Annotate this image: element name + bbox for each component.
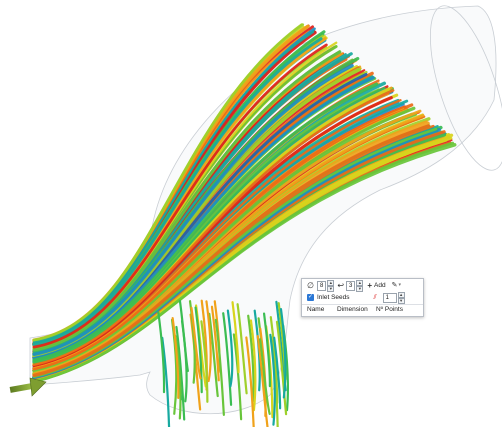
diameter-stepper[interactable]: 8 [316, 280, 327, 291]
column-name[interactable]: Name [307, 306, 324, 313]
inlet-seeds-label: Inlet Seeds [317, 294, 350, 301]
add-icon[interactable]: + [367, 281, 372, 290]
red-lines-icon: ⫽ [373, 294, 377, 301]
inlet-arrow [9, 377, 47, 397]
diameter-value[interactable]: 8 [320, 282, 323, 290]
add-button[interactable]: Add [374, 282, 386, 289]
table-header: Name Dimension Nº Points [302, 304, 423, 316]
count-value[interactable]: 1 [386, 294, 389, 302]
seed-panel: ∅ 8 ▲ ▼ ↩ 3 ▲ ▼ + Add ✎ ▾ ✓ Inlet Seeds ⫽ … [301, 278, 424, 317]
spacing-stepper[interactable]: 3 [346, 280, 356, 291]
inlet-seeds-checkbox[interactable]: ✓ [307, 294, 314, 301]
inlet-seeds-row: ✓ Inlet Seeds ⫽ 1 ▲ ▼ [302, 291, 423, 304]
pen-icon[interactable]: ✎ [392, 282, 398, 289]
column-dimension[interactable]: Dimension [337, 306, 368, 313]
chevron-down-icon[interactable]: ▾ [398, 283, 401, 288]
3d-viewport[interactable] [0, 0, 502, 427]
toolbar-row: ∅ 8 ▲ ▼ ↩ 3 ▲ ▼ + Add ✎ ▾ [302, 279, 423, 292]
diameter-stepper-arrows[interactable]: ▲ ▼ [327, 279, 335, 292]
diameter-icon: ∅ [307, 280, 314, 290]
reverse-arrow-icon: ↩ [337, 280, 345, 290]
count-stepper[interactable]: 1 [382, 292, 397, 303]
spacing-value[interactable]: 3 [349, 282, 352, 290]
spacing-stepper-arrows[interactable]: ▲ ▼ [356, 279, 364, 292]
column-points[interactable]: Nº Points [376, 306, 403, 313]
count-stepper-arrows[interactable]: ▲ ▼ [397, 291, 405, 304]
